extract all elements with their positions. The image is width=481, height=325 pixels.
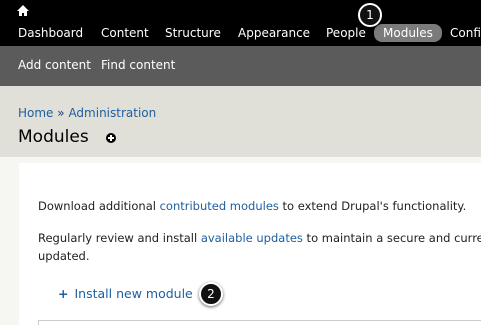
help-text-updates: Regularly review and install available u… bbox=[38, 228, 481, 248]
shortcuts-bar: Add content Find content bbox=[0, 46, 481, 86]
callout-marker-1: 1 bbox=[358, 3, 382, 27]
admin-toolbar: Dashboard Content Structure Appearance P… bbox=[0, 0, 481, 46]
help-text-download: Download additional contributed modules … bbox=[38, 196, 466, 216]
help-text-download-before: Download additional bbox=[38, 199, 160, 213]
install-new-module-label: Install new module bbox=[74, 286, 193, 301]
help-text-updates-after: to maintain a secure and curre bbox=[302, 231, 481, 245]
home-icon[interactable] bbox=[17, 5, 29, 17]
help-text-download-after: to extend Drupal's functionality. bbox=[278, 199, 467, 213]
shortcut-find-content[interactable]: Find content bbox=[101, 58, 175, 72]
page-title: Modules bbox=[18, 127, 89, 147]
breadcrumb-separator: » bbox=[57, 106, 65, 120]
menu-item-modules[interactable]: Modules bbox=[374, 24, 442, 42]
menu-item-configuration[interactable]: Confi bbox=[450, 25, 481, 41]
available-updates-link[interactable]: available updates bbox=[201, 231, 303, 245]
plus-circle-icon[interactable] bbox=[106, 133, 116, 143]
install-new-module-link[interactable]: + Install new module bbox=[58, 286, 193, 301]
shortcut-add-content[interactable]: Add content bbox=[18, 58, 91, 72]
help-text-updates-line2: updated. bbox=[38, 249, 90, 263]
breadcrumb-home[interactable]: Home bbox=[18, 106, 53, 120]
modules-table-edge bbox=[38, 320, 481, 325]
plus-icon: + bbox=[58, 286, 69, 301]
menu-item-dashboard[interactable]: Dashboard bbox=[18, 25, 83, 41]
breadcrumb-administration[interactable]: Administration bbox=[68, 106, 156, 120]
page-header: Home » Administration Modules bbox=[0, 86, 481, 157]
callout-marker-2: 2 bbox=[199, 282, 223, 306]
help-text-updates-before: Regularly review and install bbox=[38, 231, 201, 245]
menu-item-content[interactable]: Content bbox=[101, 25, 149, 41]
contributed-modules-link[interactable]: contributed modules bbox=[160, 199, 279, 213]
menu-item-structure[interactable]: Structure bbox=[165, 25, 221, 41]
menu-item-appearance[interactable]: Appearance bbox=[238, 25, 310, 41]
breadcrumb: Home » Administration bbox=[18, 106, 156, 120]
menu-item-people[interactable]: People bbox=[326, 25, 366, 41]
